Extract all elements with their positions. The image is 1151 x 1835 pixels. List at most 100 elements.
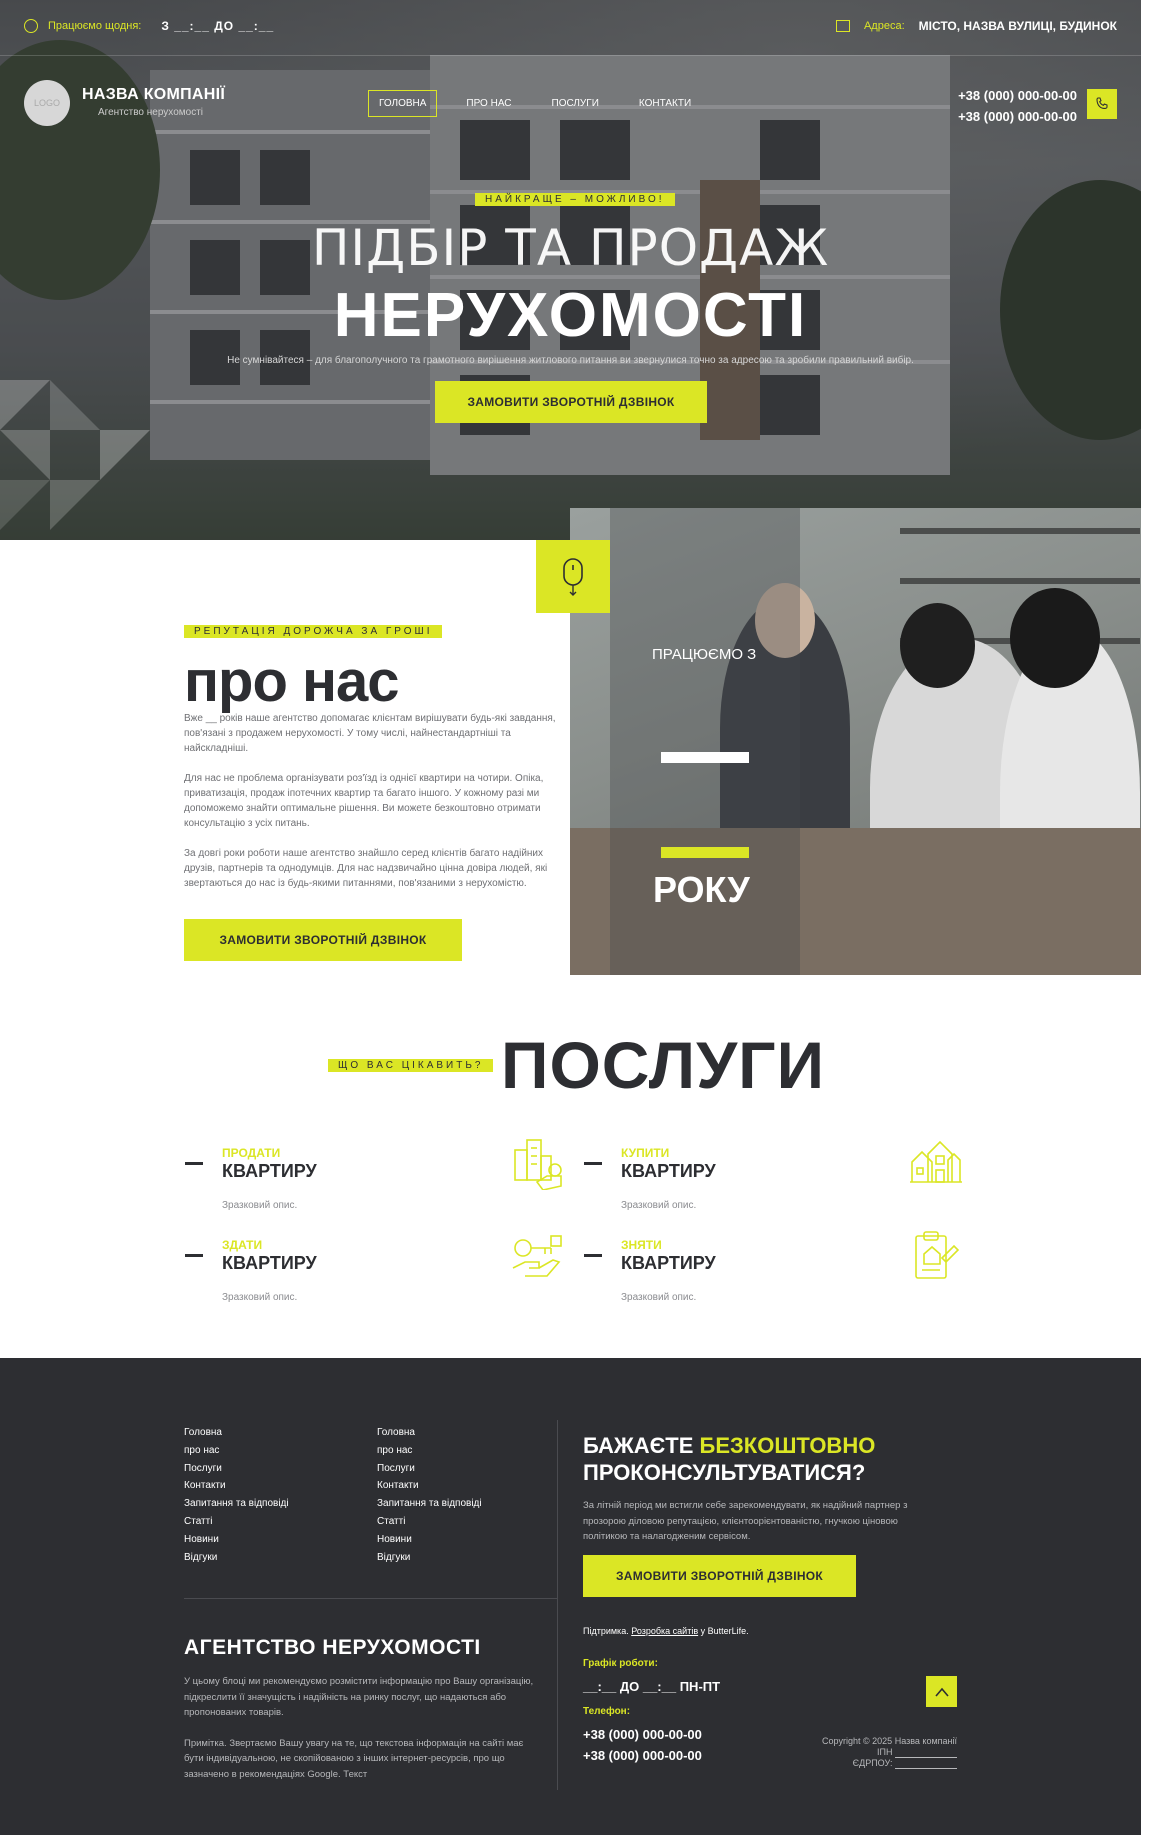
footer-link[interactable]: Головна (377, 1424, 482, 1442)
nav-item-home[interactable]: ГОЛОВНА (368, 90, 438, 117)
about-text: Вже __ років наше агентство допомагає кл… (184, 711, 574, 906)
service-item[interactable]: ПРОДАТИ КВАРТИРУ Зразковий опис. (185, 1139, 565, 1226)
service-desc: Зразковий опис. (222, 1200, 298, 1211)
service-title: КВАРТИРУ (222, 1161, 317, 1181)
service-kicker: ЗНЯТИ (621, 1238, 662, 1252)
page: Працюємо щодня: З __:__ ДО __:__ Адреса:… (0, 0, 1151, 1835)
phone-icon (1096, 97, 1108, 109)
ipn-label: ІПН (877, 1747, 893, 1757)
service-title: КВАРТИРУ (222, 1253, 317, 1273)
main-nav: ГОЛОВНА ПРО НАС ПОСЛУГИ КОНТАКТИ (368, 90, 720, 117)
footer-link[interactable]: Головна (184, 1424, 289, 1442)
year-placeholder-bar (661, 752, 749, 763)
footer-link[interactable]: Новини (184, 1531, 289, 1549)
phone-label: Телефон: (583, 1706, 631, 1717)
phone-call-button[interactable] (1087, 89, 1117, 119)
services-tag: ЩО ВАС ЦІКАВИТЬ? (328, 1059, 494, 1072)
edrpou-label: ЄДРПОУ: (852, 1758, 893, 1768)
agency-paragraph: Примітка. Звертаємо Вашу увагу на те, що… (184, 1737, 524, 1780)
dash (584, 1254, 602, 1257)
hero-section: Працюємо щодня: З __:__ ДО __:__ Адреса:… (0, 0, 1141, 540)
footer-divider (557, 1420, 558, 1790)
hero-subtitle: Не сумнівайтеся – для благополучного та … (227, 355, 914, 366)
footer-link[interactable]: Новини (377, 1531, 482, 1549)
consult-title: БАЖАЄТЕ БЕЗКОШТОВНО ПРОКОНСУЛЬТУВАТИСЯ? (583, 1433, 876, 1485)
hours-label: Працюємо щодня: (48, 20, 142, 32)
dash (185, 1162, 203, 1165)
about-tag: РЕПУТАЦІЯ ДОРОЖЧА ЗА ГРОШІ (184, 625, 443, 638)
hero-callback-button[interactable]: ЗАМОВИТИ ЗВОРОТНІЙ ДЗВІНОК (435, 381, 707, 423)
service-desc: Зразковий опис. (621, 1200, 697, 1211)
footer-link[interactable]: Контакти (377, 1477, 482, 1495)
service-item[interactable]: КУПИТИ КВАРТИРУ Зразковий опис. (584, 1140, 964, 1226)
footer-link[interactable]: Відгуки (377, 1549, 482, 1567)
footer-link[interactable]: Послуги (377, 1460, 482, 1478)
buildings-hand-icon (514, 1139, 562, 1190)
nav-item-about[interactable]: ПРО НАС (455, 90, 522, 117)
footer-link[interactable]: Статті (184, 1513, 289, 1531)
about-paragraph: Вже __ років наше агентство допомагає кл… (184, 713, 556, 754)
scroll-to-top-button[interactable] (926, 1676, 957, 1707)
footer: Головна про нас Послуги Контакти Запитан… (0, 1358, 1141, 1835)
brand[interactable]: НАЗВА КОМПАНІЇ Агентство нерухомості (82, 86, 225, 118)
footer-phones: +38 (000) 000-00-00 +38 (000) 000-00-00 (583, 1724, 702, 1766)
hero-title-line1: ПІДБІР ТА ПРОДАЖ (311, 219, 830, 277)
company-name: НАЗВА КОМПАНІЇ (82, 86, 226, 103)
header-phone-2[interactable]: +38 (000) 000-00-00 (958, 106, 1077, 127)
footer-links-col2: Головна про нас Послуги Контакти Запитан… (377, 1424, 482, 1566)
address: Адреса: МІСТО, НАЗВА ВУЛИЦІ, БУДИНОК (835, 19, 1117, 33)
address-label: Адреса: (863, 20, 905, 32)
schedule-label: Графік роботи: (583, 1658, 658, 1669)
support-credit: Підтримка. Розробка сайтів у ButterLife. (583, 1626, 749, 1636)
footer-link[interactable]: про нас (184, 1442, 289, 1460)
copyright-block: Copyright © 2025 Назва компанії ІПН ЄДРП… (822, 1736, 957, 1769)
footer-callback-button[interactable]: ЗАМОВИТИ ЗВОРОТНІЙ ДЗВІНОК (583, 1555, 856, 1597)
about-title: про нас (184, 649, 400, 714)
hero-tag: НАЙКРАЩЕ – МОЖЛИВО! (475, 193, 675, 206)
hero-title-line2: НЕРУХОМОСТІ (333, 281, 808, 350)
top-bar: Працюємо щодня: З __:__ ДО __:__ Адреса:… (0, 0, 1141, 56)
hours-value: З __:__ ДО __:__ (161, 19, 275, 33)
service-desc: Зразковий опис. (621, 1292, 697, 1303)
footer-divider (184, 1598, 557, 1599)
service-kicker: ПРОДАТИ (222, 1146, 281, 1160)
footer-phone-1[interactable]: +38 (000) 000-00-00 (583, 1724, 702, 1745)
schedule-value: __:__ ДО __:__ ПН-ПТ (583, 1679, 721, 1694)
accent-bar (661, 847, 749, 858)
footer-link[interactable]: Запитання та відповіді (184, 1495, 289, 1513)
footer-link[interactable]: Контакти (184, 1477, 289, 1495)
clock-icon (24, 19, 38, 33)
dash (584, 1162, 602, 1165)
company-subtitle: Агентство нерухомості (98, 107, 203, 118)
map-icon (835, 20, 850, 32)
address-value: МІСТО, НАЗВА ВУЛИЦІ, БУДИНОК (918, 19, 1117, 33)
footer-link[interactable]: про нас (377, 1442, 482, 1460)
copyright: Copyright © 2025 Назва компанії (822, 1736, 957, 1746)
scroll-mouse-button[interactable] (536, 540, 610, 613)
service-item[interactable]: ЗНЯТИ КВАРТИРУ Зразковий опис. (584, 1231, 964, 1318)
footer-link[interactable]: Послуги (184, 1460, 289, 1478)
footer-link[interactable]: Відгуки (184, 1549, 289, 1567)
service-item[interactable]: ЗДАТИ КВАРТИРУ Зразковий опис. (185, 1235, 565, 1318)
agency-title: АГЕНТСТВО НЕРУХОМОСТІ (184, 1636, 481, 1659)
nav-item-contacts[interactable]: КОНТАКТИ (628, 90, 702, 117)
service-desc: Зразковий опис. (222, 1292, 298, 1303)
about-paragraph: Для нас не проблема організувати роз'їзд… (184, 773, 544, 829)
logo[interactable]: LOGO (24, 80, 70, 126)
consult-text: За літній період ми встигли себе зареком… (583, 1500, 908, 1542)
nav-item-services[interactable]: ПОСЛУГИ (541, 90, 610, 117)
service-title: КВАРТИРУ (621, 1161, 716, 1181)
about-callback-button[interactable]: ЗАМОВИТИ ЗВОРОТНІЙ ДЗВІНОК (184, 919, 462, 961)
support-link[interactable]: Розробка сайтів (631, 1626, 698, 1636)
footer-phone-2[interactable]: +38 (000) 000-00-00 (583, 1745, 702, 1766)
header-phone-1[interactable]: +38 (000) 000-00-00 (958, 85, 1077, 106)
footer-links-col1: Головна про нас Послуги Контакти Запитан… (184, 1424, 289, 1566)
footer-link[interactable]: Запитання та відповіді (377, 1495, 482, 1513)
key-hand-icon (512, 1235, 562, 1277)
triangle-pattern (0, 380, 150, 540)
houses-icon (910, 1140, 962, 1183)
working-hours: Працюємо щодня: З __:__ ДО __:__ (24, 19, 274, 33)
chevron-up-icon (934, 1687, 949, 1697)
footer-link[interactable]: Статті (377, 1513, 482, 1531)
years-label: РОКУ (653, 869, 750, 910)
